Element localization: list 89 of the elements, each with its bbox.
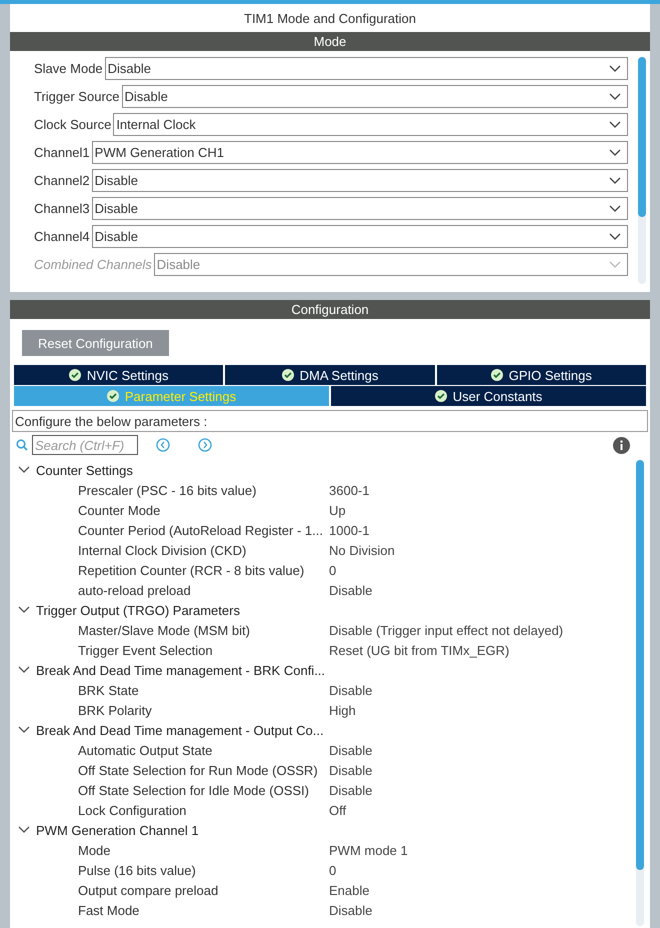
next-button[interactable] [198, 438, 212, 452]
field-label: Channel4 [34, 229, 91, 244]
chevron-down-icon [609, 204, 621, 212]
tab[interactable]: User Constants [331, 386, 646, 406]
parameter-label: Lock Configuration [78, 802, 188, 818]
parameter-label: Mode [78, 842, 112, 858]
dropdown[interactable]: Disable [104, 57, 628, 80]
parameter-label: Master/Slave Mode (MSM bit) [78, 622, 251, 638]
parameter-label: Repetition Counter (RCR - 8 bits value) [78, 562, 306, 578]
chevron-down-icon [609, 64, 621, 72]
parameter-label: BRK State [78, 682, 140, 698]
chevron-down-icon [18, 826, 30, 834]
dropdown[interactable]: Disable [92, 169, 628, 192]
parameter-label: Automatic Output State [78, 742, 214, 758]
field-label: Channel2 [34, 173, 91, 188]
parameter-value[interactable]: High [329, 702, 634, 718]
parameter-label: Output compare preload [78, 882, 220, 898]
parameter-label: Internal Clock Division (CKD) [78, 542, 248, 558]
parameter-value[interactable]: No Division [329, 542, 634, 558]
chevron-down-icon [18, 466, 30, 474]
check-circle-icon [434, 390, 447, 402]
chevron-down-icon [609, 92, 621, 100]
parameter-value[interactable]: Disable [329, 742, 634, 758]
parameter-label: Prescaler (PSC - 16 bits value) [78, 482, 258, 498]
info-icon[interactable] [613, 436, 630, 454]
dropdown[interactable]: Disable [122, 85, 628, 108]
parameter-value[interactable]: 0 [329, 862, 634, 878]
parameter-label: Off State Selection for Idle Mode (OSSI) [78, 782, 310, 798]
dropdown[interactable]: Disable [92, 197, 628, 220]
dropdown[interactable]: Disable [92, 225, 628, 248]
dropdown[interactable]: PWM Generation CH1 [92, 141, 628, 164]
previous-button[interactable] [156, 438, 170, 452]
chevron-down-icon [609, 232, 621, 240]
parameter-value[interactable]: Enable [329, 882, 634, 898]
section-header: Configuration [10, 300, 650, 319]
dropdown[interactable]: Internal Clock [113, 113, 628, 136]
parameter-value[interactable]: Disable [329, 902, 634, 918]
parameter-value[interactable]: 1000-1 [329, 522, 634, 538]
group-label[interactable]: Counter Settings [36, 462, 133, 478]
field-label: Clock Source [34, 117, 112, 132]
scrollbar[interactable] [638, 57, 646, 284]
check-circle-icon [68, 369, 81, 381]
chevron-down-icon [609, 120, 621, 128]
check-circle-icon [282, 369, 294, 381]
chevron-down-icon [609, 260, 621, 268]
parameter-value[interactable]: Disable [329, 582, 634, 598]
check-circle-icon [106, 390, 119, 402]
group-label[interactable]: Break And Dead Time management - BRK Confi... [36, 662, 326, 678]
tab[interactable]: DMA Settings [225, 365, 435, 385]
parameter-value[interactable]: 0 [329, 562, 634, 578]
panel-title: TIM1 Mode and Configuration [244, 10, 416, 26]
parameter-value[interactable]: PWM mode 1 [329, 842, 634, 858]
parameter-value[interactable]: Up [329, 502, 634, 518]
parameter-label: Trigger Event Selection [78, 642, 214, 658]
search-field[interactable]: Search (Ctrl+F) [32, 435, 138, 455]
parameter-label: Pulse (16 bits value) [78, 862, 197, 878]
group-label[interactable]: Trigger Output (TRGO) Parameters [36, 602, 240, 618]
parameter-label: BRK Polarity [78, 702, 153, 718]
tab[interactable]: GPIO Settings [436, 365, 646, 385]
chevron-down-icon [609, 148, 621, 156]
chevron-down-icon [609, 176, 621, 184]
field-label: Combined Channels [34, 257, 153, 272]
field-label: Trigger Source [34, 89, 120, 104]
parameter-value[interactable]: Reset (UG bit from TIMx_EGR) [329, 642, 634, 658]
tab[interactable]: NVIC Settings [14, 365, 224, 385]
parameter-value[interactable]: Off [329, 802, 634, 818]
check-circle-icon [490, 369, 503, 381]
parameter-label: Off State Selection for Run Mode (OSSR) [78, 762, 319, 778]
chevron-down-icon [18, 606, 30, 614]
group-label[interactable]: PWM Generation Channel 1 [36, 822, 199, 838]
parameter-value[interactable]: Disable [329, 782, 634, 798]
parameter-value[interactable]: 3600-1 [329, 482, 634, 498]
parameter-value[interactable]: Disable [329, 682, 634, 698]
chevron-down-icon [18, 726, 30, 734]
group-label[interactable]: Break And Dead Time management - Output Co... [36, 722, 324, 738]
field-label: Channel1 [34, 145, 91, 160]
parameter-label: Fast Mode [78, 902, 140, 918]
field-label: Channel3 [34, 201, 91, 216]
field-label: Slave Mode [34, 61, 104, 76]
parameter-label: Counter Mode [78, 502, 162, 518]
parameter-label: auto-reload preload [78, 582, 192, 598]
instruction-text: Configure the below parameters : [12, 410, 648, 432]
chevron-down-icon [18, 666, 30, 674]
parameter-value[interactable]: Disable [329, 762, 634, 778]
parameter-value[interactable]: Disable (Trigger input effect not delayed) [329, 622, 634, 638]
scrollbar[interactable] [636, 460, 644, 926]
section-header: Mode [10, 32, 650, 51]
search-icon [16, 439, 28, 451]
parameter-label: Counter Period (AutoReload Register - 1... [78, 522, 324, 538]
